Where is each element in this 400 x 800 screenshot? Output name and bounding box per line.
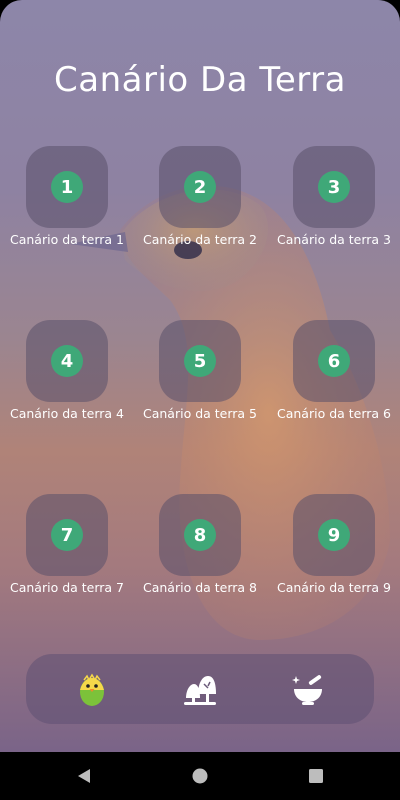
recents-icon[interactable] [306,766,326,786]
song-button[interactable]: 9 [293,494,375,576]
mortar-pestle-icon[interactable] [290,672,326,708]
song-button[interactable]: 1 [26,146,108,228]
song-tile-2[interactable]: 2 Canário da terra 2 [133,146,267,256]
song-number-badge: 1 [51,171,83,203]
song-tile-8[interactable]: 8 Canário da terra 8 [133,494,267,604]
song-button[interactable]: 3 [293,146,375,228]
song-button[interactable]: 2 [159,146,241,228]
song-button[interactable]: 7 [26,494,108,576]
song-number-badge: 4 [51,345,83,377]
song-tile-7[interactable]: 7 Canário da terra 7 [0,494,134,604]
song-tile-5[interactable]: 5 Canário da terra 5 [133,320,267,430]
song-number-badge: 5 [184,345,216,377]
song-label: Canário da terra 8 [142,580,257,595]
song-button[interactable]: 8 [159,494,241,576]
bottom-bar [26,654,374,724]
song-tile-4[interactable]: 4 Canário da terra 4 [0,320,134,430]
song-number-badge: 9 [318,519,350,551]
trees-icon[interactable] [182,672,218,708]
song-number-badge: 3 [318,171,350,203]
song-label: Canário da terra 5 [142,406,257,421]
song-label: Canário da terra 1 [9,232,124,247]
song-number-badge: 7 [51,519,83,551]
song-button[interactable]: 4 [26,320,108,402]
song-label: Canário da terra 9 [276,580,391,595]
song-tile-1[interactable]: 1 Canário da terra 1 [0,146,134,256]
song-label: Canário da terra 4 [9,406,124,421]
song-button[interactable]: 5 [159,320,241,402]
bird-egg-icon[interactable] [74,672,110,708]
song-button[interactable]: 6 [293,320,375,402]
song-number-badge: 6 [318,345,350,377]
song-tile-3[interactable]: 3 Canário da terra 3 [267,146,400,256]
song-label: Canário da terra 6 [276,406,391,421]
system-nav-bar [0,752,400,800]
song-label: Canário da terra 7 [9,580,124,595]
song-number-badge: 8 [184,519,216,551]
home-icon[interactable] [190,766,210,786]
song-label: Canário da terra 2 [142,232,257,247]
song-tile-6[interactable]: 6 Canário da terra 6 [267,320,400,430]
page-title: Canário Da Terra [54,60,346,100]
song-label: Canário da terra 3 [276,232,391,247]
back-icon[interactable] [74,766,94,786]
song-tile-9[interactable]: 9 Canário da terra 9 [267,494,400,604]
app-screen: Canário Da Terra 1 Canário da terra 1 2 Can… [0,0,400,752]
song-number-badge: 2 [184,171,216,203]
